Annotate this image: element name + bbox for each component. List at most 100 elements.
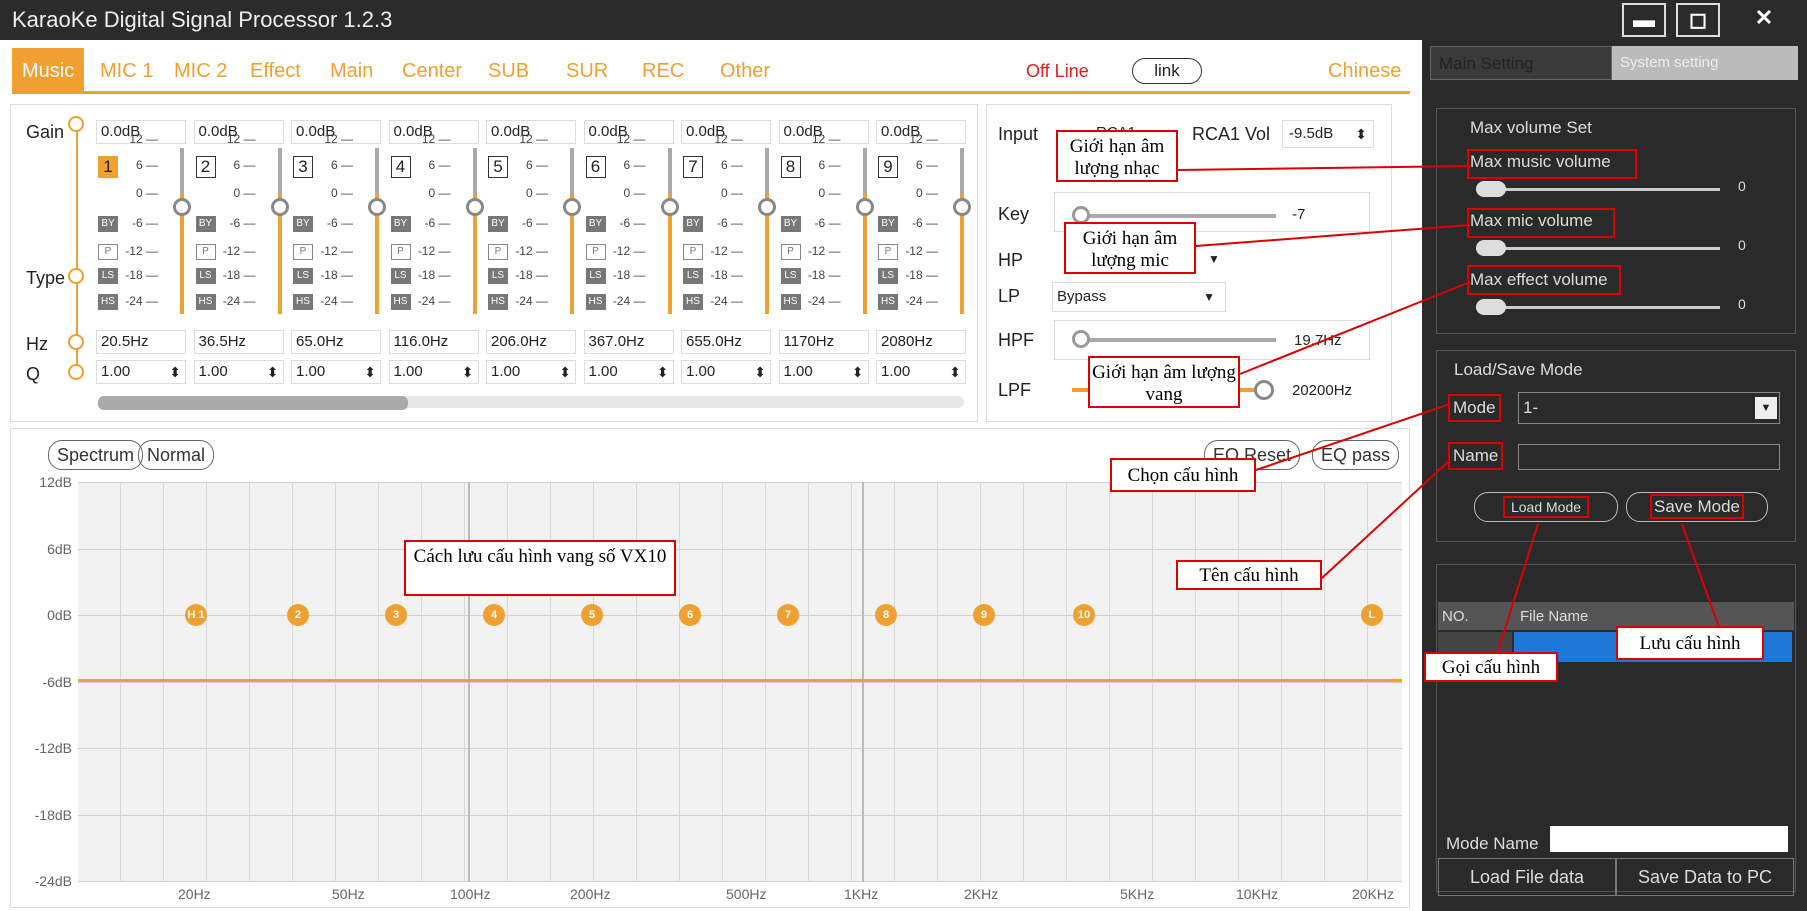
type-button-by[interactable]: BY xyxy=(293,216,313,232)
band-number-button[interactable]: 6 xyxy=(585,156,606,178)
type-button-hs[interactable]: HS xyxy=(390,294,411,310)
eq-curve-node[interactable]: 5 xyxy=(581,604,603,626)
spin-icon[interactable]: ⬍ xyxy=(364,361,376,383)
type-button-hs[interactable]: HS xyxy=(98,294,118,310)
frequency-value[interactable]: 206.0Hz xyxy=(486,330,576,354)
type-button-by[interactable]: BY xyxy=(488,216,508,232)
eq-curve-node[interactable]: 7 xyxy=(777,604,799,626)
band-number-button[interactable]: 2 xyxy=(195,156,216,178)
q-spinbox[interactable]: 1.00 ⬍ xyxy=(681,360,771,384)
type-button-by[interactable]: BY xyxy=(195,216,216,232)
q-spinbox[interactable]: 1.00 ⬍ xyxy=(193,360,284,384)
band-number-button[interactable]: 8 xyxy=(780,156,801,178)
q-spinbox[interactable]: 1.00 ⬍ xyxy=(96,360,186,384)
type-button-ls[interactable]: LS xyxy=(780,268,801,284)
gain-slider-upper[interactable] xyxy=(667,148,672,194)
type-button-ls[interactable]: LS xyxy=(390,268,411,284)
type-button-ls[interactable]: LS xyxy=(683,268,703,284)
gain-slider-upper[interactable] xyxy=(180,148,184,194)
type-button-ls[interactable]: LS xyxy=(195,268,216,284)
max-volume-slider-track[interactable] xyxy=(1476,188,1720,191)
gain-slider-upper[interactable] xyxy=(375,148,379,194)
gain-slider-upper[interactable] xyxy=(277,148,282,194)
eq-curve-node[interactable]: 10 xyxy=(1073,604,1095,626)
gain-slider-knob[interactable] xyxy=(465,198,484,216)
frequency-value[interactable]: 367.0Hz xyxy=(583,330,674,354)
frequency-value[interactable]: 655.0Hz xyxy=(681,330,771,354)
q-spinbox[interactable]: 1.00 ⬍ xyxy=(388,360,479,384)
band-number-button[interactable]: 1 xyxy=(98,156,118,178)
q-spinbox[interactable]: 1.00 ⬍ xyxy=(876,360,966,384)
eq-curve-node[interactable]: 8 xyxy=(875,604,897,626)
type-button-p[interactable]: P xyxy=(878,244,898,260)
max-volume-slider-knob[interactable] xyxy=(1476,181,1506,197)
band-number-button[interactable]: 4 xyxy=(390,156,411,178)
frequency-value[interactable]: 1170Hz xyxy=(778,330,869,354)
frequency-value[interactable]: 36.5Hz xyxy=(193,330,284,354)
spin-icon[interactable]: ⬍ xyxy=(949,361,961,383)
type-button-hs[interactable]: HS xyxy=(780,294,801,310)
max-volume-slider-track[interactable] xyxy=(1476,247,1720,250)
type-button-p[interactable]: P xyxy=(195,244,216,260)
eq-curve-node[interactable]: L xyxy=(1361,604,1383,626)
max-volume-slider-knob[interactable] xyxy=(1476,299,1506,315)
type-button-p[interactable]: P xyxy=(488,244,508,260)
gain-slider-upper[interactable] xyxy=(472,148,477,194)
q-spinbox[interactable]: 1.00 ⬍ xyxy=(486,360,576,384)
spin-icon[interactable]: ⬍ xyxy=(462,361,474,383)
max-volume-slider-track[interactable] xyxy=(1476,306,1720,309)
type-button-hs[interactable]: HS xyxy=(585,294,606,310)
gain-slider-upper[interactable] xyxy=(765,148,769,194)
type-button-ls[interactable]: LS xyxy=(98,268,118,284)
band-number-button[interactable]: 7 xyxy=(683,156,703,178)
type-button-by[interactable]: BY xyxy=(878,216,898,232)
q-spinbox[interactable]: 1.00 ⬍ xyxy=(583,360,674,384)
q-spinbox[interactable]: 1.00 ⬍ xyxy=(291,360,381,384)
gain-slider-knob[interactable] xyxy=(953,198,971,216)
type-button-hs[interactable]: HS xyxy=(683,294,703,310)
type-button-p[interactable]: P xyxy=(98,244,118,260)
band-number-button[interactable]: 9 xyxy=(878,156,898,178)
type-button-ls[interactable]: LS xyxy=(878,268,898,284)
type-button-p[interactable]: P xyxy=(585,244,606,260)
gain-slider-upper[interactable] xyxy=(862,148,867,194)
type-button-by[interactable]: BY xyxy=(683,216,703,232)
frequency-value[interactable]: 116.0Hz xyxy=(388,330,479,354)
type-button-ls[interactable]: LS xyxy=(293,268,313,284)
type-button-by[interactable]: BY xyxy=(780,216,801,232)
eq-curve-node[interactable]: 6 xyxy=(679,604,701,626)
gain-slider-knob[interactable] xyxy=(660,198,679,216)
band-number-button[interactable]: 5 xyxy=(488,156,508,178)
spin-icon[interactable]: ⬍ xyxy=(754,361,766,383)
type-button-hs[interactable]: HS xyxy=(293,294,313,310)
type-button-p[interactable]: P xyxy=(683,244,703,260)
type-button-hs[interactable]: HS xyxy=(488,294,508,310)
type-button-hs[interactable]: HS xyxy=(878,294,898,310)
frequency-value[interactable]: 2080Hz xyxy=(876,330,966,354)
type-button-p[interactable]: P xyxy=(293,244,313,260)
spin-icon[interactable]: ⬍ xyxy=(852,361,864,383)
eq-curve-node[interactable]: 2 xyxy=(287,604,309,626)
gain-slider-upper[interactable] xyxy=(960,148,964,194)
type-button-by[interactable]: BY xyxy=(390,216,411,232)
eq-curve-node[interactable]: 9 xyxy=(973,604,995,626)
frequency-value[interactable]: 20.5Hz xyxy=(96,330,186,354)
eq-curve-node[interactable]: H 1 xyxy=(185,604,207,626)
gain-slider-knob[interactable] xyxy=(368,198,386,216)
band-number-button[interactable]: 3 xyxy=(293,156,313,178)
type-button-by[interactable]: BY xyxy=(585,216,606,232)
type-button-ls[interactable]: LS xyxy=(585,268,606,284)
gain-slider-knob[interactable] xyxy=(173,198,191,216)
q-spinbox[interactable]: 1.00 ⬍ xyxy=(778,360,869,384)
spin-icon[interactable]: ⬍ xyxy=(169,361,181,383)
type-button-ls[interactable]: LS xyxy=(488,268,508,284)
eq-curve-node[interactable]: 4 xyxy=(483,604,505,626)
max-volume-slider-knob[interactable] xyxy=(1476,240,1506,256)
spin-icon[interactable]: ⬍ xyxy=(559,361,571,383)
gain-slider-knob[interactable] xyxy=(855,198,874,216)
type-button-p[interactable]: P xyxy=(780,244,801,260)
gain-slider-knob[interactable] xyxy=(563,198,581,216)
gain-slider-knob[interactable] xyxy=(270,198,289,216)
spin-icon[interactable]: ⬍ xyxy=(267,361,279,383)
gain-slider-knob[interactable] xyxy=(758,198,776,216)
